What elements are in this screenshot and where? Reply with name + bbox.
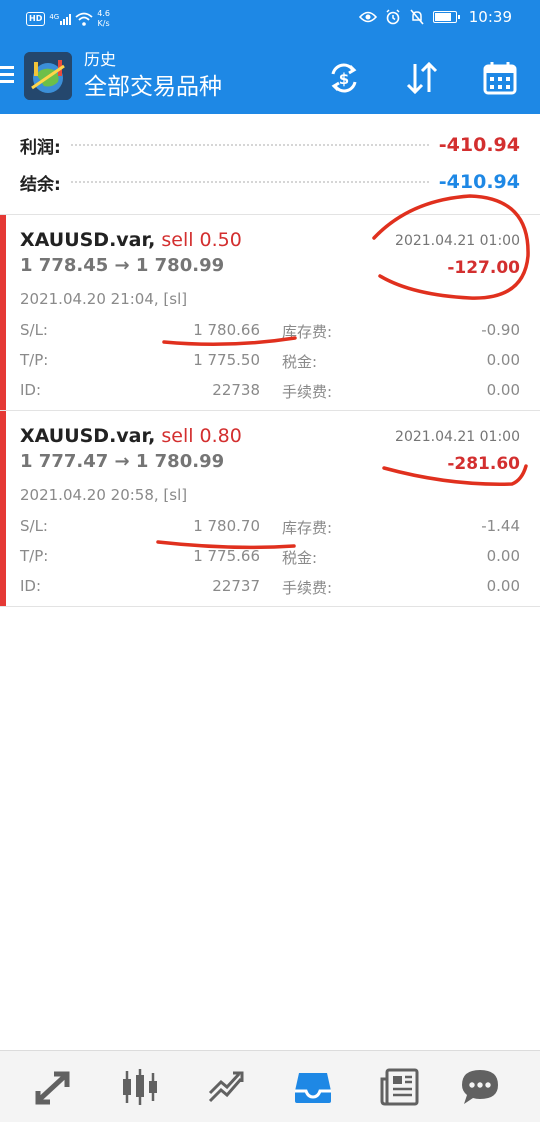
news-icon[interactable]: [378, 1065, 422, 1109]
balance-row: 结余: -410.94: [20, 167, 520, 197]
balance-value: -410.94: [438, 171, 520, 193]
trade-profit: -281.60: [447, 454, 520, 474]
history-icon[interactable]: [291, 1065, 335, 1109]
bottom-navigation: [0, 1050, 540, 1122]
chart-icon[interactable]: [118, 1065, 162, 1109]
sell-indicator-bar: [0, 411, 6, 606]
swap-label: 库存费:: [282, 519, 333, 537]
tax-value: 0.00: [486, 351, 520, 369]
id-value: 22737: [212, 577, 260, 595]
status-left: HD 4G 4.6 K/s: [26, 9, 110, 29]
trade-close-time: 2021.04.21 01:00: [395, 429, 520, 445]
list-divider: [0, 606, 540, 607]
trade-open-info: 2021.04.20 20:58, [sl]: [20, 486, 188, 504]
fee-value: 0.00: [486, 577, 520, 595]
tp-label: T/P:: [20, 351, 49, 369]
alarm-icon: [386, 9, 400, 25]
sell-indicator-bar: [0, 215, 6, 410]
signal-icon: 4G: [49, 12, 72, 25]
sort-icon[interactable]: [404, 60, 440, 96]
sl-label: S/L:: [20, 517, 48, 535]
summary-panel: 利润: -410.94 结余: -410.94: [0, 114, 540, 214]
sl-value: 1 780.70: [193, 517, 260, 535]
page-title: 历史: [84, 50, 117, 69]
wifi-icon: [75, 12, 93, 26]
title-block: 历史 全部交易品种: [84, 50, 222, 102]
app-logo[interactable]: [24, 52, 72, 100]
id-label: ID:: [20, 381, 42, 399]
status-right: 10:39: [358, 8, 512, 26]
speed-unit: K/s: [97, 19, 110, 28]
fee-value: 0.00: [486, 381, 520, 399]
tax-label: 税金:: [282, 353, 318, 371]
tp-label: T/P:: [20, 547, 49, 565]
dotted-leader: [70, 144, 429, 146]
network-speed: 4.6 K/s: [97, 9, 110, 29]
network-type: 4G: [49, 12, 60, 21]
trade-row-id: ID: 22738 手续费: 0.00: [20, 381, 520, 405]
trade-row-sl: S/L: 1 780.70 库存费: -1.44: [20, 517, 520, 541]
trade-symbol-line: XAUUSD.var, sell 0.80: [20, 425, 242, 447]
trade-symbol: XAUUSD.var,: [20, 229, 156, 251]
trade-row-id: ID: 22737 手续费: 0.00: [20, 577, 520, 601]
trade-icon[interactable]: [205, 1065, 249, 1109]
trade-open-info: 2021.04.20 21:04, [sl]: [20, 290, 188, 308]
trade-side-volume: sell 0.50: [161, 229, 242, 251]
swap-value: -1.44: [481, 517, 520, 535]
tax-label: 税金:: [282, 549, 318, 567]
hd-badge: HD: [26, 12, 46, 26]
trade-profit: -127.00: [447, 258, 520, 278]
swap-value: -0.90: [481, 321, 520, 339]
chat-icon[interactable]: [458, 1065, 502, 1109]
sl-value: 1 780.66: [193, 321, 260, 339]
quotes-icon[interactable]: [32, 1065, 76, 1109]
fee-label: 手续费:: [282, 383, 333, 401]
battery-icon: [432, 11, 460, 23]
fee-label: 手续费:: [282, 579, 333, 597]
balance-label: 结余:: [20, 174, 61, 195]
symbol-filter[interactable]: 全部交易品种: [84, 72, 222, 102]
profit-label: 利润:: [20, 137, 61, 158]
trade-row-tp: T/P: 1 775.50 税金: 0.00: [20, 351, 520, 375]
mute-icon: [410, 9, 424, 25]
trade-close-time: 2021.04.21 01:00: [395, 233, 520, 249]
id-label: ID:: [20, 577, 42, 595]
speed-value: 4.6: [97, 9, 110, 18]
swap-label: 库存费:: [282, 323, 333, 341]
dotted-leader: [70, 181, 429, 183]
trade-prices: 1 777.47 → 1 780.99: [20, 451, 225, 472]
currency-exchange-icon[interactable]: $: [326, 60, 362, 96]
eye-icon: [358, 11, 377, 23]
id-value: 22738: [212, 381, 260, 399]
trade-side-volume: sell 0.80: [161, 425, 242, 447]
menu-icon[interactable]: [0, 66, 16, 86]
trade-symbol: XAUUSD.var,: [20, 425, 156, 447]
tax-value: 0.00: [486, 547, 520, 565]
tp-value: 1 775.66: [193, 547, 260, 565]
app-bar: 历史 全部交易品种 $: [0, 40, 540, 114]
tp-value: 1 775.50: [193, 351, 260, 369]
trade-row-tp: T/P: 1 775.66 税金: 0.00: [20, 547, 520, 571]
trade-row-sl: S/L: 1 780.66 库存费: -0.90: [20, 321, 520, 345]
trade-symbol-line: XAUUSD.var, sell 0.50: [20, 229, 242, 251]
trade-card[interactable]: XAUUSD.var, sell 0.50 1 778.45 → 1 780.9…: [0, 214, 540, 410]
trade-card[interactable]: XAUUSD.var, sell 0.80 1 777.47 → 1 780.9…: [0, 410, 540, 606]
battery-fill: [434, 13, 451, 21]
sl-label: S/L:: [20, 321, 48, 339]
profit-row: 利润: -410.94: [20, 130, 520, 160]
clock: 10:39: [468, 8, 512, 26]
status-bar: HD 4G 4.6 K/s 10:39: [0, 0, 540, 40]
trade-prices: 1 778.45 → 1 780.99: [20, 255, 225, 276]
svg-text:$: $: [339, 70, 349, 88]
calendar-icon[interactable]: [482, 60, 518, 96]
profit-value: -410.94: [438, 134, 520, 156]
